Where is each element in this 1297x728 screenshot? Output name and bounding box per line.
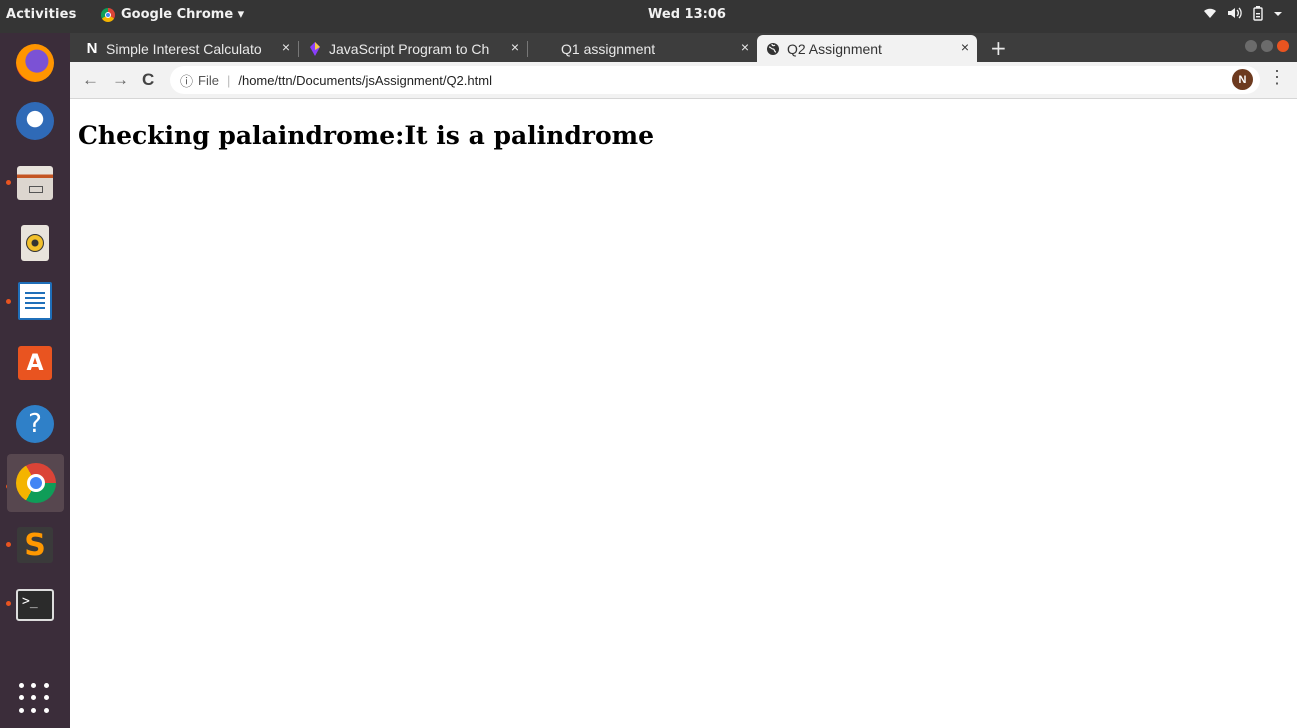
tab-title: Simple Interest Calculato xyxy=(106,40,262,57)
software-store-icon: A xyxy=(18,346,52,380)
dock-ubuntu-software[interactable]: A xyxy=(11,339,59,387)
activities-button[interactable]: Activities xyxy=(6,7,77,22)
tab-javascript-program[interactable]: JavaScript Program to Ch × xyxy=(307,35,528,62)
url-text[interactable]: /home/ttn/Documents/jsAssignment/Q2.html xyxy=(238,73,492,88)
close-icon[interactable]: × xyxy=(282,39,290,55)
maximize-button[interactable] xyxy=(1261,40,1273,52)
globe-icon xyxy=(765,41,781,57)
battery-icon xyxy=(1253,6,1263,25)
tab-strip: N Simple Interest Calculato × JavaScript… xyxy=(70,33,1297,62)
rhythmbox-icon xyxy=(21,225,49,261)
tab-title: Q2 Assignment xyxy=(787,40,882,57)
chrome-icon xyxy=(101,7,115,22)
page-content: Checking palaindrome:It is a palindrome xyxy=(70,99,1297,728)
system-top-bar: Activities Google Chrome ▾ Wed 13:06 xyxy=(0,0,1297,33)
profile-avatar[interactable]: N xyxy=(1232,69,1253,90)
app-grid-icon xyxy=(19,683,51,715)
notion-icon: N xyxy=(86,40,98,57)
writer-icon xyxy=(18,282,52,320)
dock-firefox[interactable] xyxy=(11,39,59,87)
dock-rhythmbox[interactable] xyxy=(11,219,59,267)
close-icon[interactable]: × xyxy=(511,39,519,55)
close-icon[interactable]: × xyxy=(961,39,969,55)
close-icon[interactable]: × xyxy=(741,39,749,55)
minimize-button[interactable] xyxy=(1245,40,1257,52)
clock[interactable]: Wed 13:06 xyxy=(648,7,726,22)
dock-terminal[interactable]: >_ xyxy=(11,581,59,629)
dock: A ? S >_ xyxy=(0,33,70,728)
firefox-icon xyxy=(16,44,54,82)
tab-simple-interest[interactable]: N Simple Interest Calculato × xyxy=(84,35,299,62)
show-applications-button[interactable] xyxy=(11,675,59,723)
terminal-icon: >_ xyxy=(16,589,54,621)
window-controls xyxy=(1245,40,1289,52)
dock-sublime-text[interactable]: S xyxy=(11,521,59,569)
close-window-button[interactable] xyxy=(1277,40,1289,52)
back-button[interactable]: ← xyxy=(82,70,99,90)
js-icon xyxy=(307,41,323,57)
files-icon xyxy=(17,166,53,200)
chevron-down-icon xyxy=(1273,6,1283,25)
sublime-text-icon: S xyxy=(17,527,53,563)
new-tab-button[interactable]: + xyxy=(990,36,1007,60)
dock-libreoffice-writer[interactable] xyxy=(11,277,59,325)
system-tray[interactable] xyxy=(1203,6,1283,25)
address-bar[interactable]: ⓘ File | /home/ttn/Documents/jsAssignmen… xyxy=(170,66,1260,94)
browser-toolbar: ← → C ⓘ File | /home/ttn/Documents/jsAss… xyxy=(70,62,1297,99)
tab-q2-assignment[interactable]: Q2 Assignment × xyxy=(757,35,977,62)
thunderbird-icon xyxy=(16,102,54,140)
wifi-icon xyxy=(1203,6,1217,25)
tab-q1-assignment[interactable]: Q1 assignment × xyxy=(537,35,757,62)
reload-button[interactable]: C xyxy=(142,70,154,90)
tab-title: Q1 assignment xyxy=(561,40,656,57)
dock-files[interactable] xyxy=(11,159,59,207)
dock-help[interactable]: ? xyxy=(11,400,59,448)
chrome-icon xyxy=(15,463,56,503)
volume-icon xyxy=(1227,6,1243,25)
menu-icon[interactable]: ⋮ xyxy=(1268,67,1286,88)
app-menu-label: Google Chrome ▾ xyxy=(121,7,245,22)
tab-title: JavaScript Program to Ch xyxy=(329,40,490,57)
dock-thunderbird[interactable] xyxy=(11,97,59,145)
dock-chrome[interactable] xyxy=(7,454,64,512)
forward-button[interactable]: → xyxy=(112,70,129,90)
url-scheme: File xyxy=(198,72,219,88)
app-menu[interactable]: Google Chrome ▾ xyxy=(101,7,244,22)
info-icon[interactable]: ⓘ xyxy=(180,71,193,90)
help-icon: ? xyxy=(16,405,54,443)
page-heading: Checking palaindrome:It is a palindrome xyxy=(78,121,655,150)
